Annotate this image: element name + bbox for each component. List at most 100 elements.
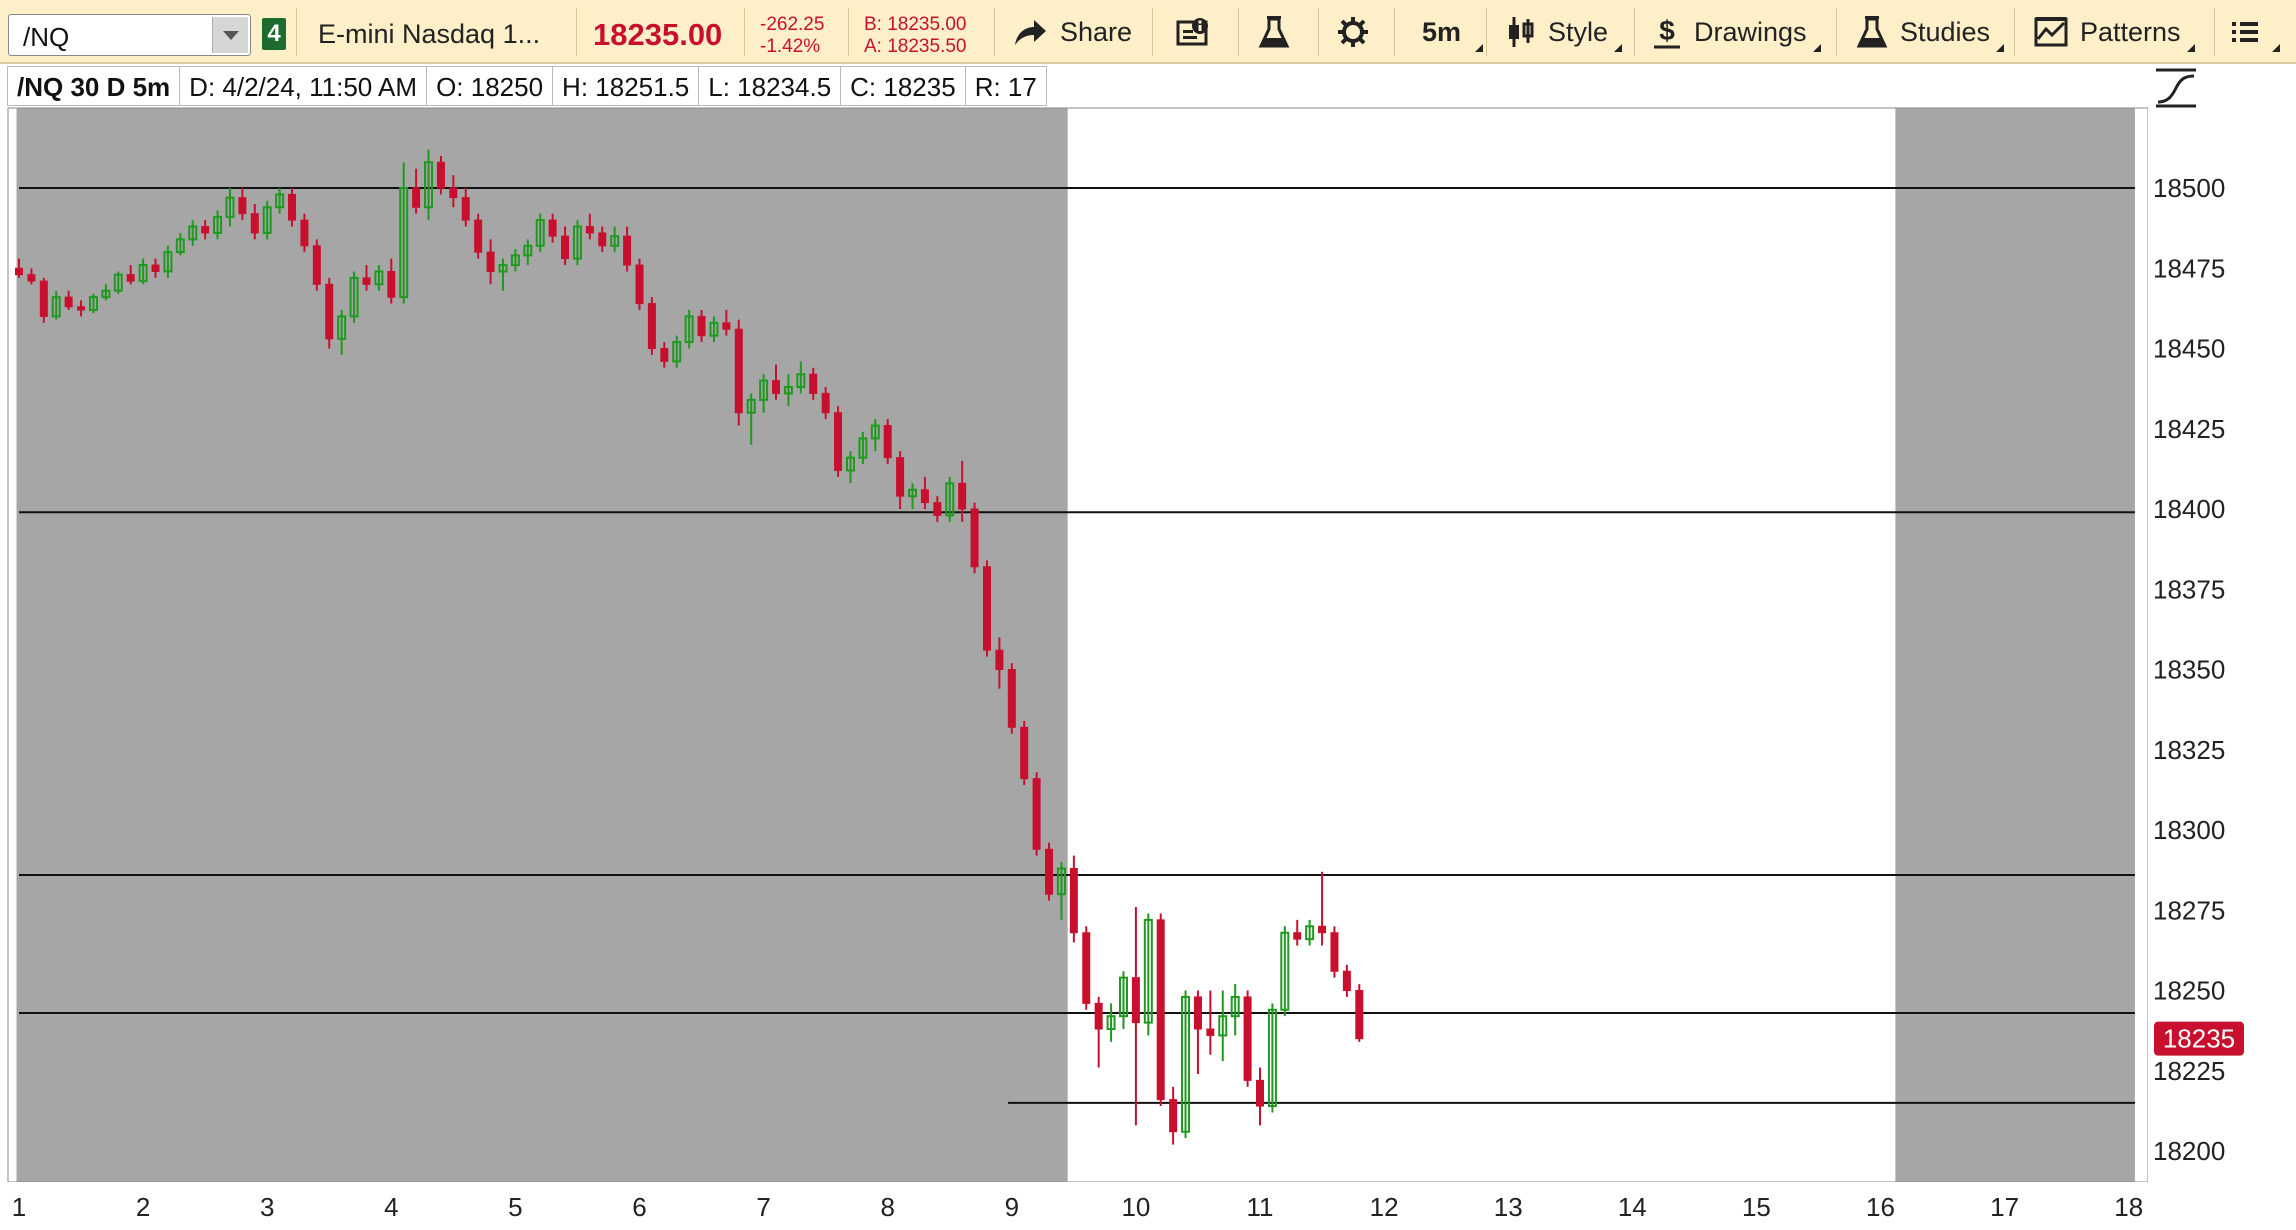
candle[interactable]	[1082, 926, 1091, 1010]
candle-body-down	[809, 373, 818, 394]
x-tick-label: 4	[384, 1192, 398, 1222]
candle-body-down	[461, 197, 470, 221]
y-tick-label: 18275	[2153, 895, 2225, 925]
bar-high: H: 18251.5	[553, 66, 700, 106]
candle-body-down	[27, 274, 36, 282]
candle[interactable]	[1032, 772, 1041, 856]
bar-range: R: 17	[965, 66, 1047, 106]
candle-body-down	[1094, 1002, 1103, 1030]
y-tick-label: 18500	[2153, 173, 2225, 203]
candle[interactable]	[635, 258, 644, 310]
candle-body-down	[126, 274, 135, 282]
candle[interactable]	[1045, 842, 1054, 901]
candle-body-down	[362, 277, 371, 285]
candle-body-down	[734, 328, 743, 414]
candle[interactable]	[312, 239, 321, 291]
candle-body-down	[1193, 996, 1202, 1030]
candle-body-down	[1243, 996, 1252, 1081]
candle[interactable]	[647, 297, 656, 355]
candle-body-down	[1169, 1099, 1178, 1133]
candle-body-down	[412, 187, 421, 208]
candle-body-down	[772, 380, 781, 394]
x-tick-label: 16	[1866, 1192, 1895, 1222]
x-tick-label: 1	[12, 1192, 26, 1222]
candle-body-down	[288, 193, 297, 221]
extended-hours-region	[1895, 108, 2135, 1182]
extended-hours-region	[16, 108, 1068, 1182]
candle-body-down	[1020, 726, 1029, 780]
candle-body-down	[920, 489, 929, 504]
drawing-tool-icon[interactable]	[2152, 66, 2200, 110]
x-tick-label: 17	[1990, 1192, 2019, 1222]
candle-body-down	[201, 226, 210, 234]
candle[interactable]	[325, 277, 334, 349]
candle[interactable]	[1243, 990, 1252, 1087]
candle-body-down	[436, 161, 445, 189]
candle[interactable]	[1330, 926, 1339, 978]
x-tick-label: 15	[1742, 1192, 1771, 1222]
candle-body-down	[548, 219, 557, 237]
candle-body-down	[982, 566, 991, 651]
y-tick-label: 18425	[2153, 414, 2225, 444]
candle-body-down	[1256, 1079, 1264, 1107]
candle[interactable]	[1355, 984, 1364, 1042]
candle[interactable]	[970, 502, 979, 574]
candle-body-down	[598, 232, 607, 247]
candle-body-down	[250, 213, 259, 234]
x-tick-label: 12	[1370, 1192, 1399, 1222]
x-tick-label: 8	[880, 1192, 894, 1222]
candle-body-down	[151, 264, 160, 272]
candle[interactable]	[734, 319, 743, 426]
y-tick-label: 18450	[2153, 334, 2225, 364]
bar-open: O: 18250	[427, 66, 554, 106]
candle-body-down	[300, 219, 309, 247]
bar-low: L: 18234.5	[699, 66, 842, 106]
candle[interactable]	[834, 406, 843, 477]
candle-body-down	[1342, 970, 1351, 991]
candle-body-down	[635, 264, 644, 305]
candle-body-down	[1007, 669, 1016, 728]
candle-body-down	[995, 649, 1004, 670]
candle-body-down	[561, 235, 570, 260]
candle-body-down	[474, 219, 483, 253]
candle-body-down	[1318, 925, 1327, 934]
price-chart[interactable]: 1850018475184501842518400183751835018325…	[0, 0, 2296, 1230]
candle-body-down	[660, 348, 669, 362]
candle[interactable]	[883, 419, 892, 465]
candle-body-down	[970, 508, 979, 568]
candle-body-down	[722, 322, 731, 330]
x-tick-label: 5	[508, 1192, 522, 1222]
candle-body-down	[933, 502, 942, 516]
x-tick-label: 13	[1494, 1192, 1523, 1222]
candle-body-down	[1355, 990, 1364, 1040]
y-tick-label: 18200	[2153, 1136, 2225, 1166]
candle-body-down	[1156, 919, 1165, 1101]
chart-info-bar: /NQ 30 D 5m D: 4/2/24, 11:50 AM O: 18250…	[7, 66, 1047, 106]
x-tick-label: 14	[1618, 1192, 1647, 1222]
candle-body-down	[1206, 1028, 1215, 1036]
candle[interactable]	[39, 277, 48, 323]
candle[interactable]	[1020, 720, 1029, 786]
y-tick-label: 18250	[2153, 976, 2225, 1006]
candle-body-down	[15, 267, 23, 276]
candle[interactable]	[1069, 855, 1078, 943]
candle-body-down	[1069, 868, 1078, 934]
candle[interactable]	[474, 213, 483, 259]
candle[interactable]	[1007, 663, 1016, 734]
y-tick-label: 18400	[2153, 494, 2225, 524]
candle-body-down	[958, 482, 967, 510]
candle-body-down	[834, 412, 843, 471]
candle-body-down	[486, 251, 495, 272]
candle[interactable]	[982, 560, 991, 657]
candle[interactable]	[1156, 913, 1165, 1107]
candle-body-down	[821, 392, 830, 414]
bar-date: D: 4/2/24, 11:50 AM	[180, 66, 428, 106]
candle-body-down	[1045, 848, 1054, 895]
candle-body-down	[238, 197, 247, 215]
candle-body-down	[647, 303, 656, 349]
y-tick-label: 18300	[2153, 815, 2225, 845]
candle-body-down	[883, 425, 892, 459]
x-tick-label: 18	[2114, 1192, 2143, 1222]
candle-body-down	[1032, 778, 1041, 850]
candle-body-down	[449, 187, 458, 199]
